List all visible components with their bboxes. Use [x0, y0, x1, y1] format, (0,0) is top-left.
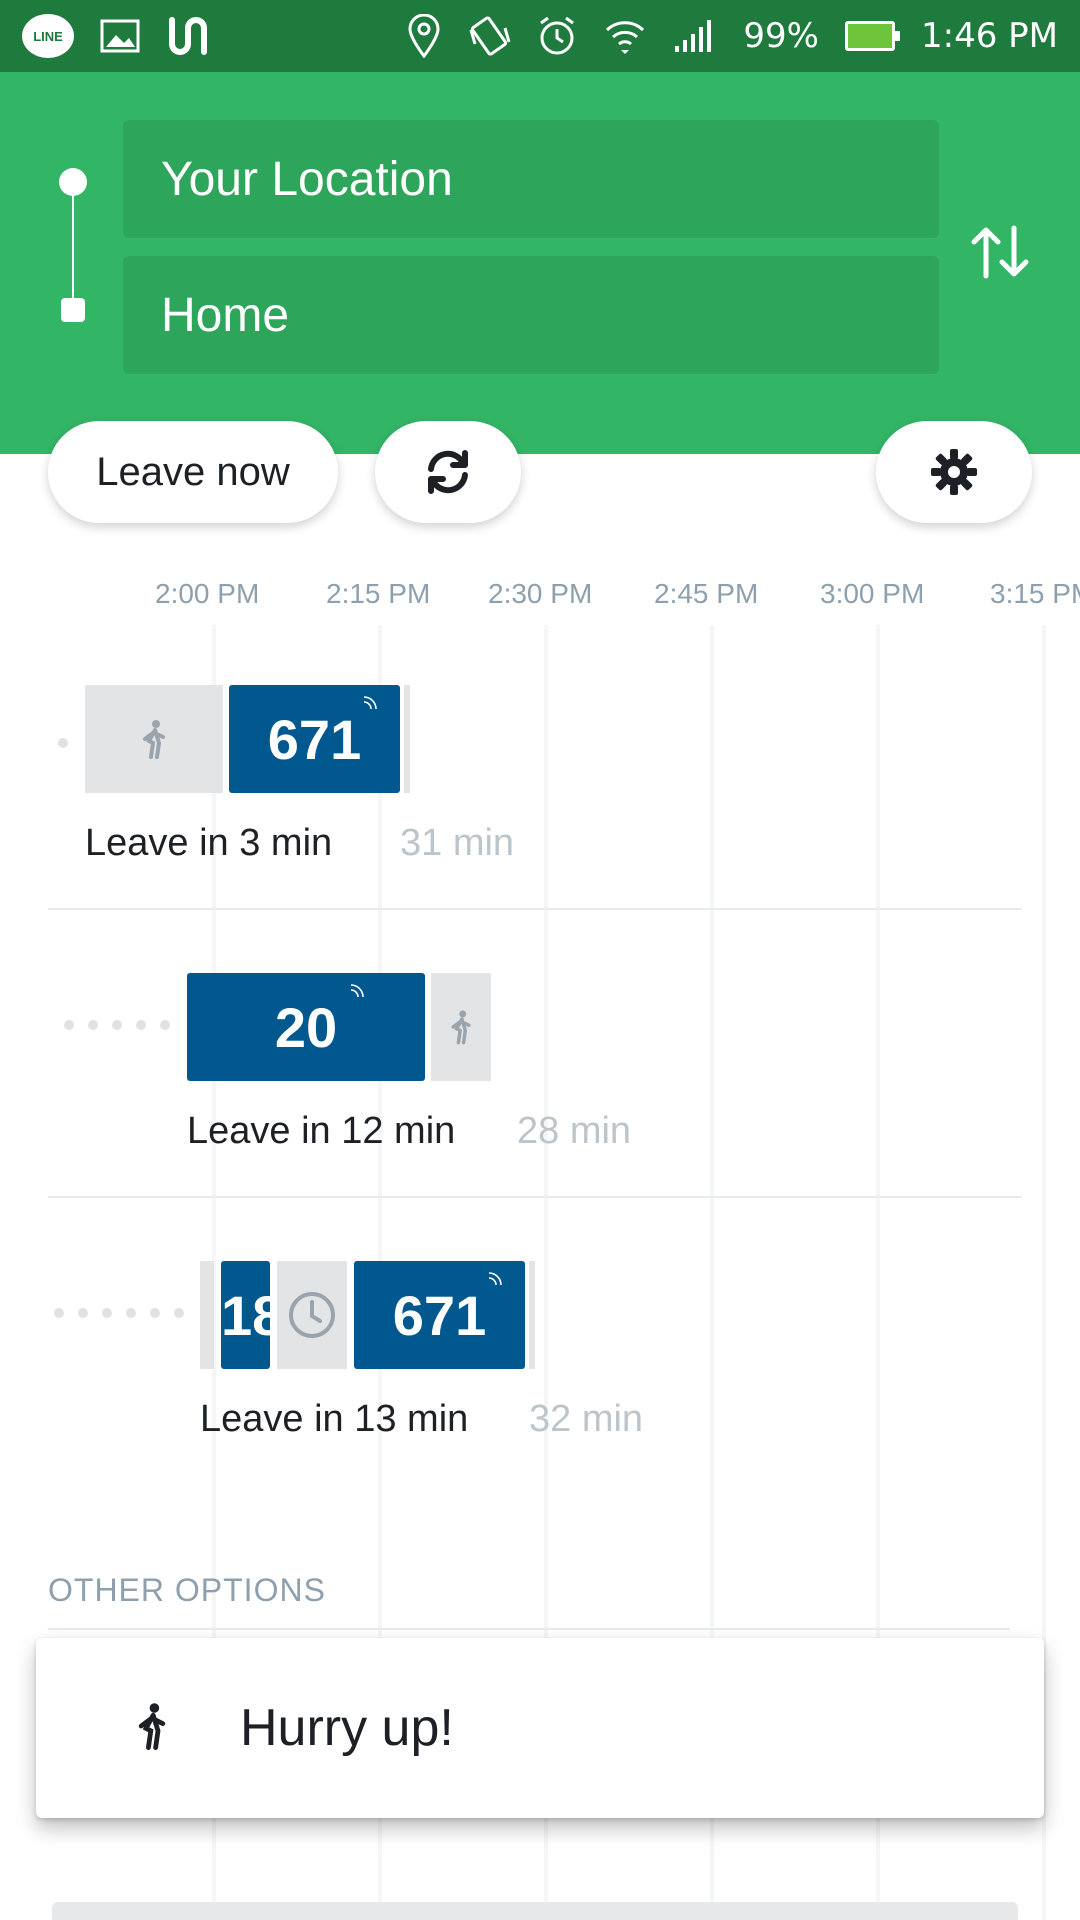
- dot: [136, 1020, 146, 1030]
- other-options-heading: OTHER OPTIONS: [48, 1572, 326, 1608]
- walking-person-icon: [138, 1703, 166, 1750]
- leave-now-button[interactable]: Leave now: [48, 421, 338, 523]
- walking-person-icon: [451, 1010, 471, 1045]
- battery-percent: 99%: [743, 16, 819, 56]
- dot: [54, 1308, 64, 1318]
- dot: [150, 1308, 160, 1318]
- swap-arrows-icon: [971, 225, 1029, 279]
- wait-segment: [277, 1261, 347, 1369]
- clock-icon: [289, 1292, 335, 1338]
- dot: [64, 1020, 74, 1030]
- timeline-header: 2:00 PM 2:15 PM 2:30 PM 2:45 PM 3:00 PM …: [0, 578, 1080, 618]
- clock-time: 1:46 PM: [921, 16, 1058, 56]
- dot: [160, 1020, 170, 1030]
- gallery-icon: [100, 19, 140, 53]
- route-connector: [72, 192, 74, 308]
- walking-person-icon: [143, 720, 165, 759]
- bus-segment: 671: [229, 685, 400, 793]
- walk-segment: [200, 1261, 214, 1369]
- vibrate-icon: [469, 16, 511, 56]
- line-app-icon: LINE: [22, 14, 74, 58]
- wifi-icon: [606, 21, 645, 54]
- destination-marker: [61, 298, 85, 322]
- origin-input[interactable]: Your Location: [123, 120, 939, 238]
- route-number: 671: [267, 707, 362, 771]
- dot: [58, 738, 68, 748]
- trip-option[interactable]: 20 Leave in 12 min 28 min: [48, 910, 1022, 1198]
- dot: [174, 1308, 184, 1318]
- dot: [88, 1020, 98, 1030]
- trip-end-marker: [529, 1261, 535, 1369]
- settings-button[interactable]: [876, 421, 1032, 523]
- bus-segment: 18: [221, 1261, 270, 1369]
- hurry-up-option[interactable]: Hurry up!: [36, 1638, 1044, 1818]
- trip-header: Your Location Home: [0, 72, 1080, 454]
- location-icon: [408, 14, 440, 58]
- leave-time-label: Leave in 12 min: [187, 1110, 456, 1152]
- realtime-signal-icon: [488, 1272, 502, 1286]
- swap-button[interactable]: [960, 212, 1040, 292]
- dot: [102, 1308, 112, 1318]
- realtime-signal-icon: [363, 696, 377, 710]
- time-tick: 3:15 PM: [990, 578, 1080, 609]
- route-number: 18: [221, 1283, 270, 1347]
- dot: [126, 1308, 136, 1318]
- hurry-up-label: Hurry up!: [240, 1699, 454, 1757]
- dot: [112, 1020, 122, 1030]
- trip-end-marker: [404, 685, 410, 793]
- trip-duration: 31 min: [400, 822, 515, 864]
- trip-option[interactable]: 18 671 Leave in 13 min 32 min: [48, 1198, 1022, 1486]
- walk-segment: [85, 685, 223, 793]
- realtime-signal-icon: [350, 984, 364, 998]
- refresh-button[interactable]: [375, 421, 521, 523]
- transit-app-icon: [169, 17, 207, 55]
- next-option-card[interactable]: [52, 1902, 1018, 1920]
- time-tick: 2:30 PM: [488, 578, 593, 609]
- status-bar: LINE 99% 1:46 PM: [0, 0, 1080, 72]
- trip-duration: 32 min: [529, 1398, 644, 1440]
- gear-icon: [931, 449, 977, 495]
- time-tick: 2:00 PM: [155, 578, 260, 609]
- route-number: 671: [392, 1283, 487, 1347]
- bus-segment: 671: [354, 1261, 525, 1369]
- dot: [78, 1308, 88, 1318]
- destination-input[interactable]: Home: [123, 256, 939, 374]
- alarm-icon: [540, 16, 575, 55]
- bus-segment: 20: [187, 973, 425, 1081]
- trip-option[interactable]: 671 Leave in 3 min 31 min: [48, 622, 1022, 910]
- time-tick: 2:45 PM: [654, 578, 759, 609]
- leave-time-label: Leave in 3 min: [85, 822, 333, 864]
- leave-time-label: Leave in 13 min: [200, 1398, 469, 1440]
- route-number: 20: [274, 995, 338, 1059]
- refresh-icon: [428, 450, 468, 494]
- time-tick: 3:00 PM: [820, 578, 925, 609]
- time-tick: 2:15 PM: [326, 578, 431, 609]
- trip-duration: 28 min: [517, 1110, 632, 1152]
- battery-icon: [845, 21, 900, 51]
- walk-segment: [431, 973, 491, 1081]
- section-divider: [48, 1628, 1010, 1630]
- signal-icon: [675, 20, 712, 52]
